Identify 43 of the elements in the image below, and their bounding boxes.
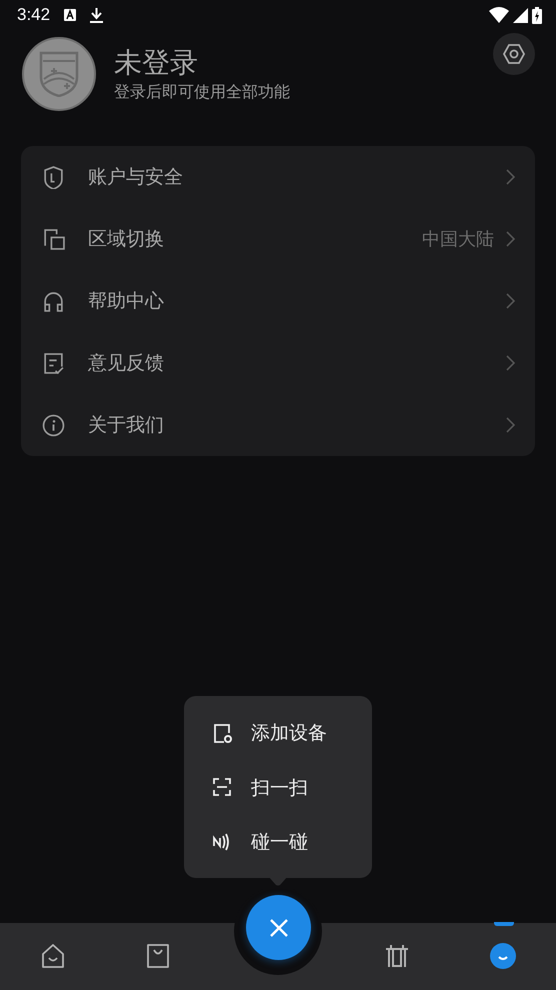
popup-item[interactable]: 添加设备 <box>212 706 372 760</box>
chevron-right-icon <box>506 417 515 433</box>
settings-button[interactable] <box>493 33 535 75</box>
info-icon <box>42 414 65 436</box>
overlapping-squares-icon <box>42 228 65 250</box>
menu-item[interactable]: 意见反馈 <box>21 332 535 394</box>
battery-icon <box>532 6 542 24</box>
menu-item[interactable]: 账户与安全 <box>21 146 535 208</box>
checklist-icon <box>42 352 65 374</box>
menu-item[interactable]: 区域切换 中国大陆 <box>21 208 535 270</box>
menu-item[interactable]: 关于我们 <box>21 394 535 456</box>
menu-label: 意见反馈 <box>88 351 164 376</box>
signal-icon <box>513 8 528 22</box>
wifi-icon <box>489 7 509 23</box>
menu-value: 中国大陆 <box>422 228 494 251</box>
menu-label: 关于我们 <box>88 413 164 438</box>
popup-item[interactable]: 碰一碰 <box>212 815 372 870</box>
keyboard-notification-icon <box>64 9 76 21</box>
login-status-title: 未登录 <box>114 46 199 80</box>
chevron-right-icon <box>506 231 515 247</box>
bag-icon <box>145 943 171 969</box>
nav-tab[interactable] <box>488 941 518 971</box>
settings-icon <box>502 42 526 66</box>
device-icon <box>384 943 410 969</box>
chevron-right-icon <box>506 169 515 185</box>
popup-item[interactable]: 扫一扫 <box>212 760 372 815</box>
clock: 3:42 <box>17 5 50 25</box>
shield-icon <box>42 166 65 188</box>
profile-icon <box>490 943 516 969</box>
scan-icon <box>212 777 233 798</box>
close-icon <box>268 918 288 938</box>
chevron-right-icon <box>506 293 515 309</box>
download-icon <box>90 8 104 22</box>
shield-logo-icon <box>39 51 79 97</box>
login-hint: 登录后即可使用全部功能 <box>114 82 290 102</box>
home-icon <box>40 943 66 969</box>
menu-label: 账户与安全 <box>88 165 183 190</box>
device-add-icon <box>212 722 233 744</box>
menu-label: 帮助中心 <box>88 289 164 314</box>
chevron-right-icon <box>506 355 515 371</box>
menu-item[interactable]: 帮助中心 <box>21 270 535 332</box>
menu-label: 区域切换 <box>88 227 164 252</box>
headset-icon <box>42 290 65 312</box>
